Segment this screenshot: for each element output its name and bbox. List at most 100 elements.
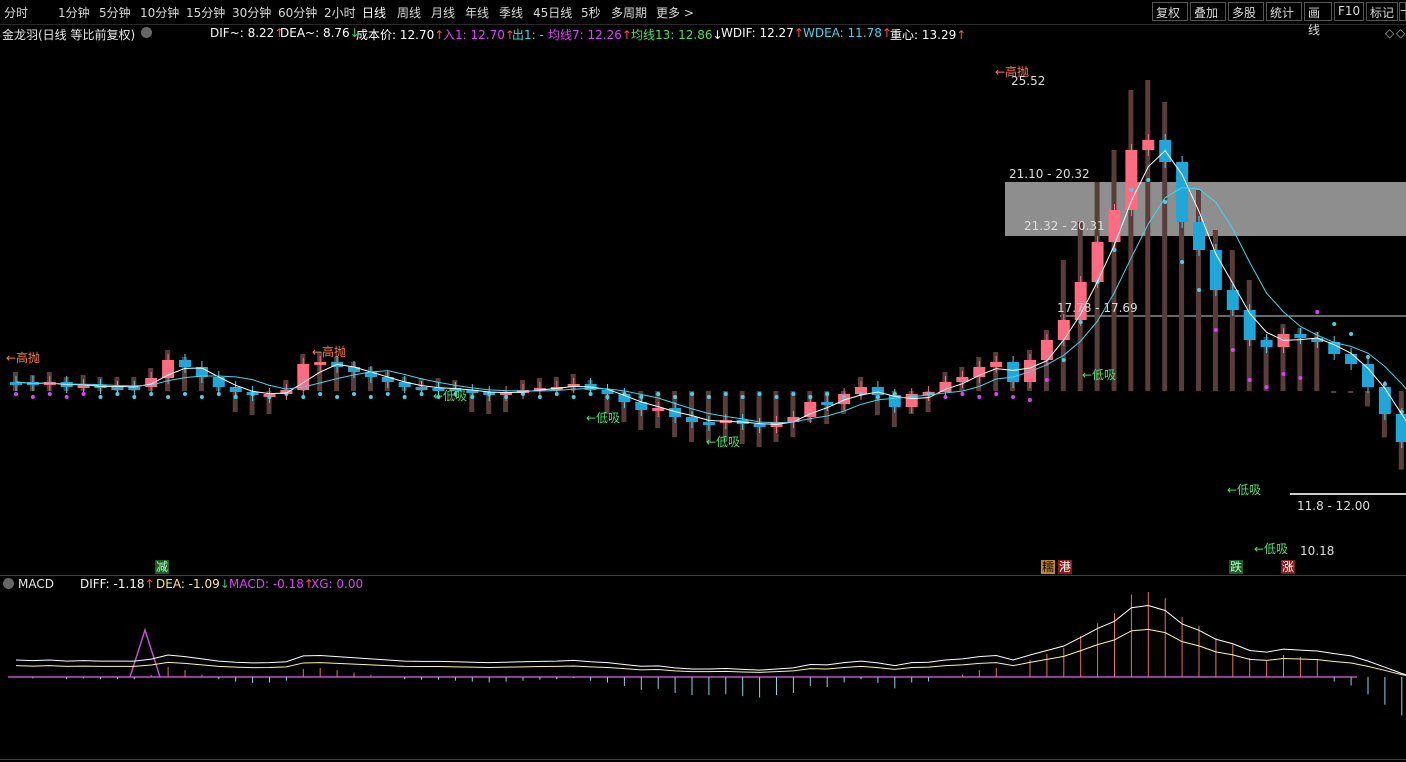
indicator-dot <box>1129 188 1134 192</box>
indicator-dot <box>183 392 187 396</box>
mark-button[interactable]: 标记 <box>1366 2 1398 21</box>
macd-diff: DIFF: -1.18↑ <box>80 577 155 591</box>
indicator-dot <box>1366 355 1370 359</box>
indicator-dot <box>30 395 35 399</box>
indicator-dot <box>1264 385 1269 389</box>
period-tab-multi[interactable]: 多周期 <box>611 4 647 21</box>
minimize-button[interactable]: — <box>1399 2 1406 21</box>
low-buy-label: ←低吸 <box>1082 368 1116 382</box>
candle-body <box>686 417 698 422</box>
indicator-dot <box>960 392 965 396</box>
out1-value: 出1: - <box>512 28 544 42</box>
background-bar <box>1128 90 1134 391</box>
candle-body <box>314 362 327 365</box>
macd-dea: DEA: -1.09↓ <box>156 577 230 591</box>
candle-body <box>1378 387 1391 414</box>
candle-body <box>702 422 715 425</box>
low-buy-label: ←低吸 <box>433 389 467 403</box>
signal-tag-die: 跌 <box>1230 559 1242 574</box>
candle-body <box>1176 162 1189 222</box>
indicator-dot <box>706 395 711 399</box>
center-text: 重心: 13.29 <box>890 28 957 42</box>
candle-body <box>1345 354 1358 364</box>
indicator-dot <box>757 392 762 396</box>
macd-xg: XG: 0.00 <box>311 577 364 591</box>
background-bar <box>1331 391 1337 393</box>
macd-title: MACD <box>18 577 54 591</box>
period-tab-2h[interactable]: 2小时 <box>324 4 356 21</box>
period-tab-1min[interactable]: 1分钟 <box>58 4 90 21</box>
cost-text: 成本价: 12.70 <box>356 28 435 42</box>
period-tab-weekly[interactable]: 周线 <box>397 4 421 21</box>
indicator-dot <box>740 395 745 399</box>
signal-tag-zhang: 涨 <box>1282 559 1294 574</box>
dea-value: DEA~: 8.76↓ <box>280 26 360 40</box>
period-tab-5min[interactable]: 5分钟 <box>99 4 131 21</box>
band-label-3: 17.78 - 17.69 <box>1057 301 1138 315</box>
dif-text: DIF~: 8.22 <box>210 26 275 40</box>
multi-stock-button[interactable]: 多股 <box>1228 2 1264 21</box>
diamond-icon[interactable]: ◇ <box>1385 26 1394 40</box>
chevron-down-icon[interactable] <box>3 578 14 589</box>
period-tab-quarterly[interactable]: 季线 <box>499 4 523 21</box>
candle-body <box>821 402 834 405</box>
period-tab-45day[interactable]: 45日线 <box>533 4 572 21</box>
candle-body <box>1362 364 1374 387</box>
dea-text: DEA~: 8.76 <box>280 26 350 40</box>
macd-chart[interactable] <box>0 592 1406 760</box>
stats-button[interactable]: 统计 <box>1266 2 1302 21</box>
indicator-dot <box>1146 178 1151 182</box>
indicator-dot <box>47 392 52 396</box>
indicator-dot <box>352 392 356 396</box>
period-tab-10min[interactable]: 10分钟 <box>140 4 179 21</box>
wdea-value: WDEA: 11.78↑ <box>803 26 892 40</box>
indicator-dot <box>233 395 238 399</box>
period-tab-monthly[interactable]: 月线 <box>431 4 455 21</box>
period-tab-fenshi[interactable]: 分时 <box>4 4 28 21</box>
period-tab-30min[interactable]: 30分钟 <box>232 4 271 21</box>
period-tab-15min[interactable]: 15分钟 <box>186 4 225 21</box>
indicator-dot <box>1247 378 1252 382</box>
indicator-dot <box>571 395 576 399</box>
indicator-dot <box>335 395 340 399</box>
candle-body <box>212 377 225 387</box>
dea-text: DEA: -1.09 <box>156 577 220 591</box>
diff-text: DIFF: -1.18 <box>80 577 145 591</box>
period-tab-daily[interactable]: 日线 <box>362 4 386 21</box>
period-tab-yearly[interactable]: 年线 <box>465 4 489 21</box>
candle-body <box>1091 242 1104 282</box>
draw-line-button[interactable]: 画线 <box>1304 2 1332 37</box>
indicator-dot <box>419 392 424 396</box>
indicator-dot <box>690 392 694 396</box>
indicator-dot <box>1315 310 1320 314</box>
candle-body <box>1057 320 1070 340</box>
settings-icon[interactable]: ◇ <box>1396 26 1405 40</box>
indicator-dot <box>1011 395 1016 399</box>
chevron-down-icon[interactable] <box>141 27 152 38</box>
candle-body <box>1024 360 1036 382</box>
signal-tag-gang: 港 <box>1059 560 1071 574</box>
band-label-4: 11.8 - 12.00 <box>1297 499 1370 513</box>
f10-button[interactable]: F10 <box>1334 2 1364 21</box>
indicator-dot <box>656 392 661 396</box>
indicator-dot <box>1061 358 1066 362</box>
indicator-dot <box>1044 378 1049 382</box>
indicator-dot <box>250 392 255 396</box>
restore-rights-button[interactable]: 复权 <box>1152 2 1188 21</box>
low-buy-label: ←低吸 <box>586 411 620 425</box>
indicator-dot <box>774 395 779 399</box>
indicator-dot <box>875 395 880 399</box>
candle-body <box>229 387 242 392</box>
wdif-value: WDIF: 12.27↑ <box>721 26 804 40</box>
candlestick-chart[interactable]: ←高抛 ←高抛 ←高抛 25.52 21.10 - 20.32 21.32 - … <box>0 42 1406 575</box>
overlay-button[interactable]: 叠加 <box>1190 2 1226 21</box>
period-tab-60min[interactable]: 60分钟 <box>278 4 317 21</box>
indicator-dot <box>808 395 813 399</box>
center-value: 重心: 13.29↑ <box>890 26 966 43</box>
signal-tag-jian: 减 <box>156 560 168 574</box>
dea-line <box>15 628 1406 676</box>
period-tab-5sec[interactable]: 5秒 <box>581 4 601 21</box>
candle-body <box>111 387 124 390</box>
candle-body <box>1108 210 1121 242</box>
period-tab-more[interactable]: 更多 > <box>656 4 694 21</box>
